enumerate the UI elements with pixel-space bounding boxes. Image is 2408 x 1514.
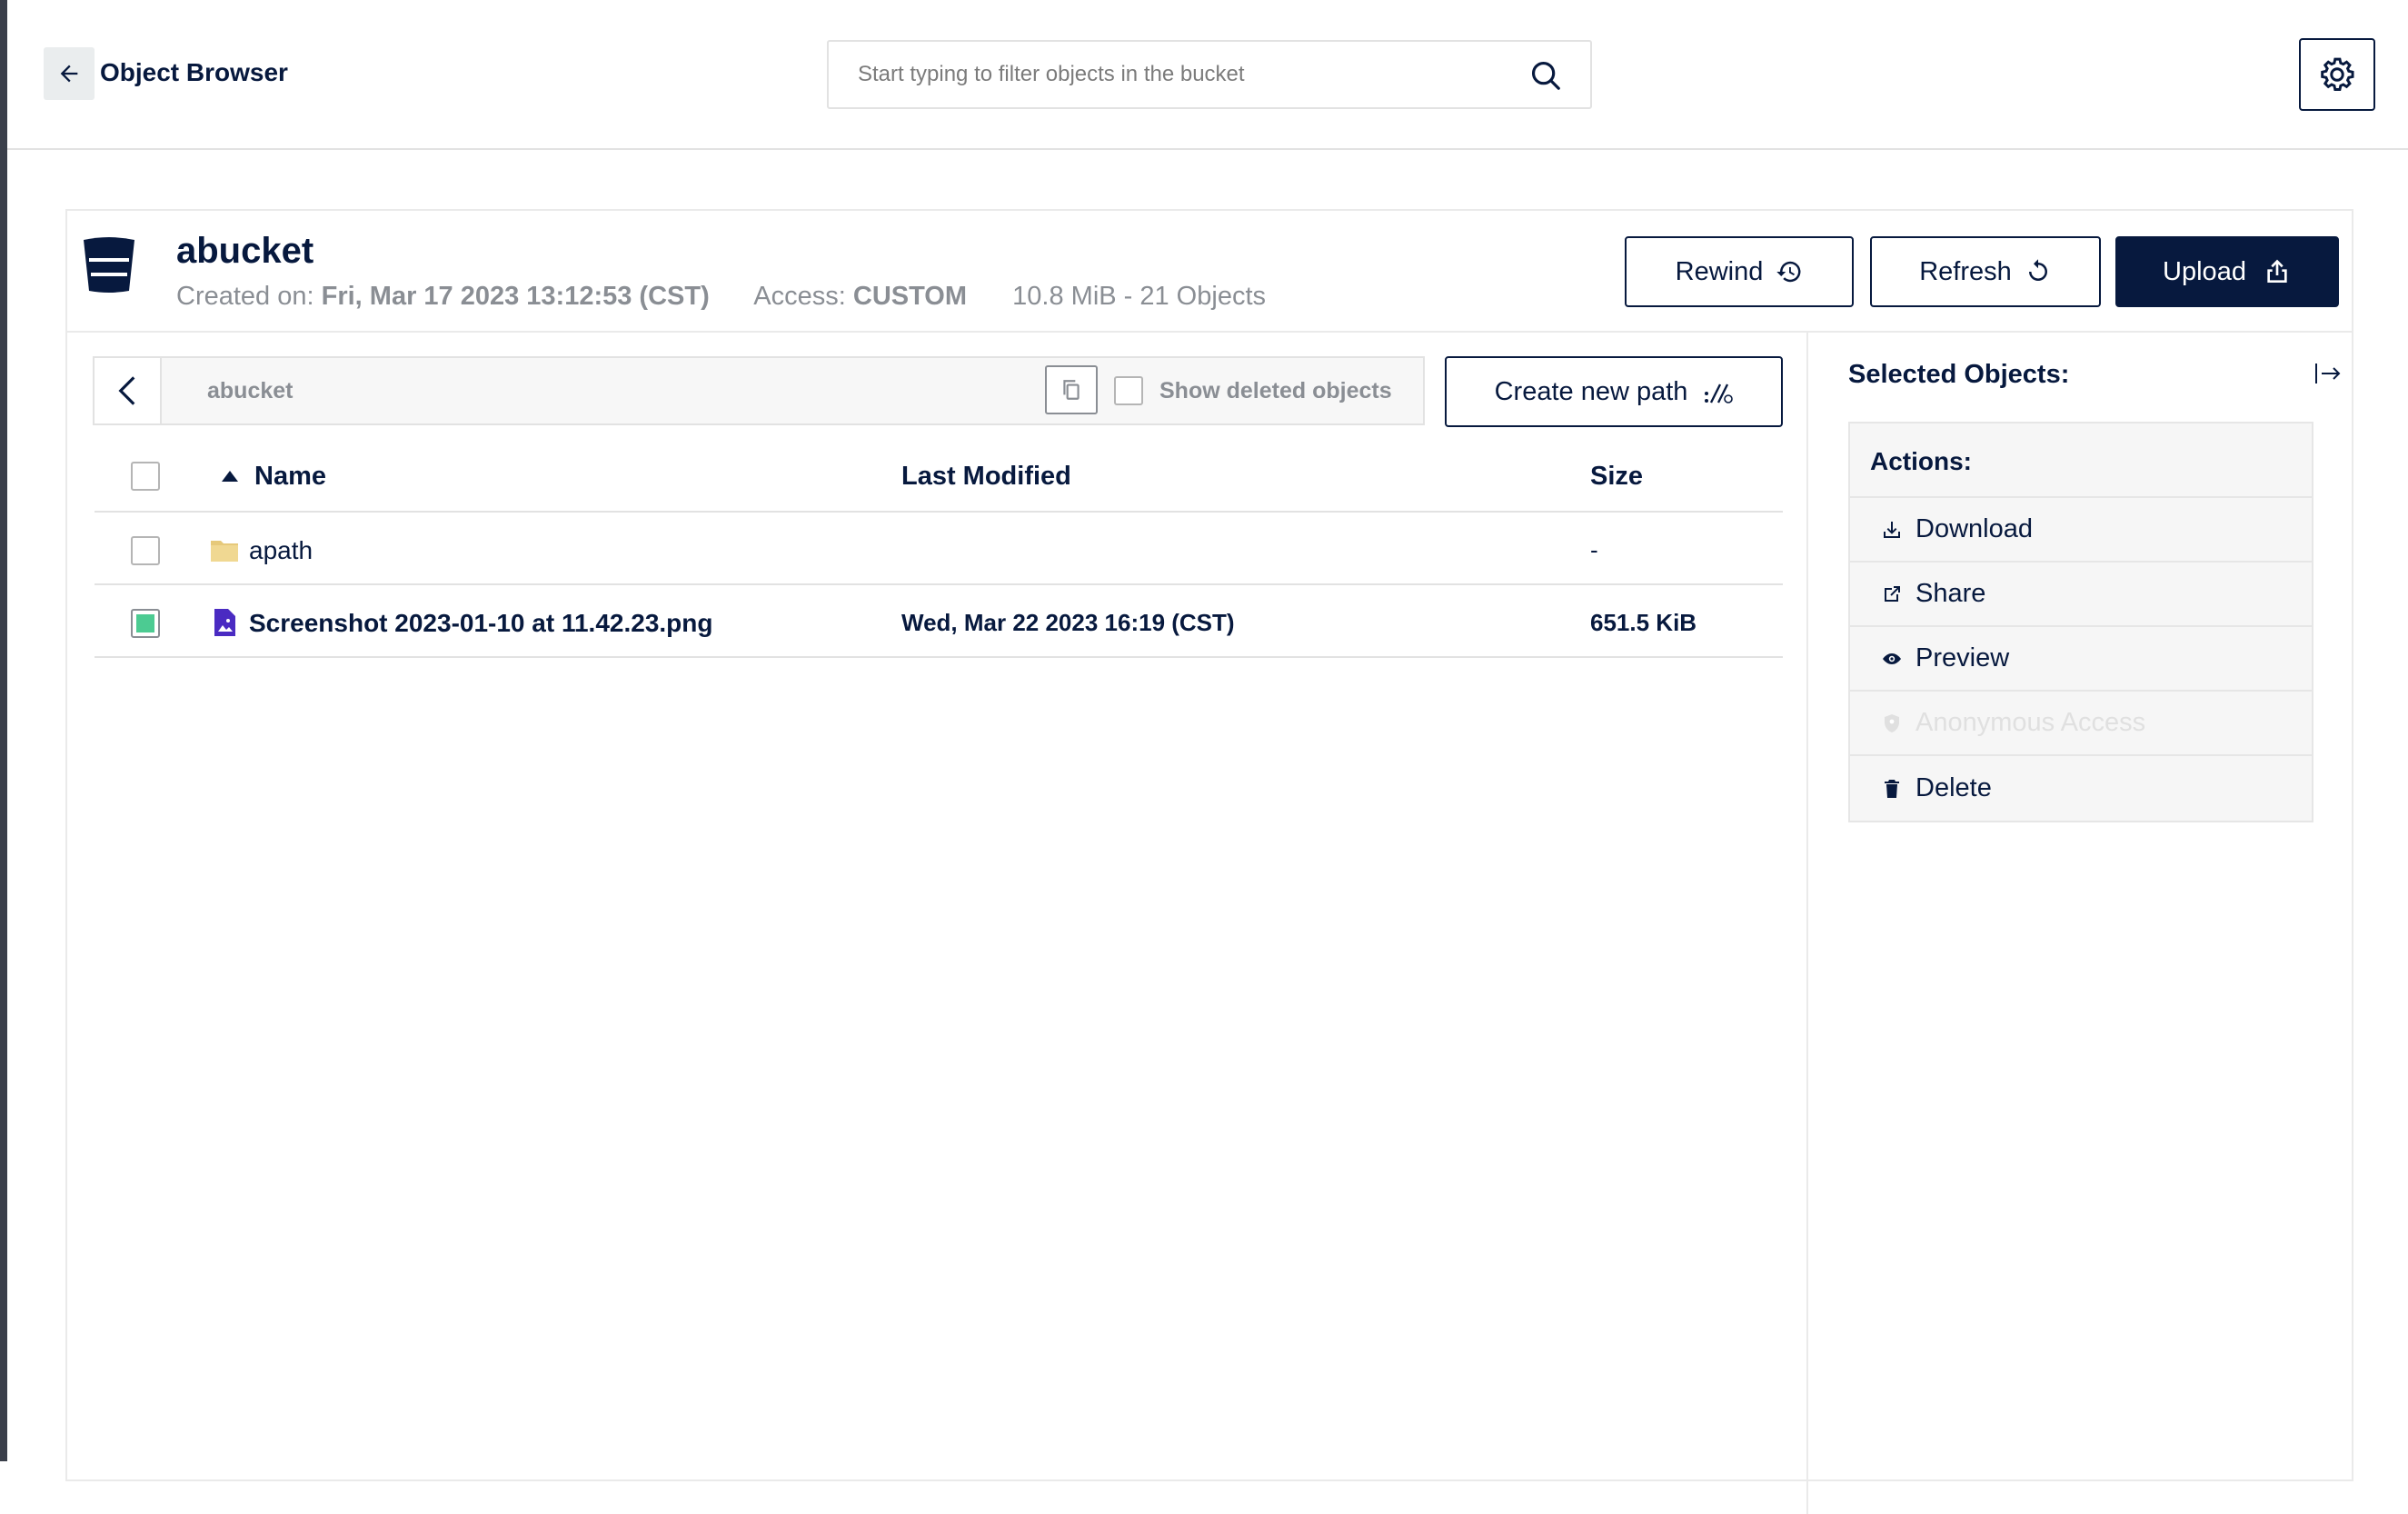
download-label: Download bbox=[1915, 514, 2033, 543]
trash-icon bbox=[1885, 779, 1899, 798]
download-icon bbox=[1884, 521, 1900, 538]
refresh-label: Refresh bbox=[1919, 256, 2012, 286]
bucket-usage: 10.8 MiB - 21 Objects bbox=[1012, 282, 1266, 311]
table-header: Name Last Modified Size bbox=[95, 438, 1783, 513]
image-file-icon bbox=[214, 609, 235, 636]
bucket-name: abucket bbox=[176, 231, 314, 271]
folder-icon bbox=[211, 541, 238, 562]
selected-objects-panel: Selected Objects: Actions: Download Shar… bbox=[1806, 333, 2352, 1514]
collapse-panel-icon[interactable] bbox=[2313, 360, 2343, 387]
table-row[interactable]: Screenshot 2023-01-10 at 11.42.23.png We… bbox=[95, 585, 1783, 658]
copy-path-button[interactable] bbox=[1045, 365, 1098, 414]
object-name: Screenshot 2023-01-10 at 11.42.23.png bbox=[249, 609, 713, 637]
copy-icon bbox=[1063, 380, 1080, 400]
bucket-header: abucket Created on: Fri, Mar 17 2023 13:… bbox=[67, 211, 2352, 333]
object-modified: Wed, Mar 22 2023 16:19 (CST) bbox=[901, 609, 1235, 636]
path-bar: abucket Show deleted objects bbox=[93, 356, 1425, 425]
search-icon[interactable] bbox=[1528, 58, 1563, 93]
show-deleted-checkbox[interactable] bbox=[1114, 376, 1143, 405]
share-icon bbox=[1885, 585, 1900, 602]
upload-button[interactable]: Upload bbox=[2115, 236, 2339, 307]
column-header-modified[interactable]: Last Modified bbox=[901, 462, 1071, 492]
access-value: CUSTOM bbox=[852, 282, 968, 311]
search-box bbox=[827, 40, 1592, 109]
page-title: Object Browser bbox=[100, 58, 288, 86]
upload-label: Upload bbox=[2163, 256, 2246, 286]
create-path-label: Create new path bbox=[1494, 376, 1688, 406]
gear-icon bbox=[2321, 57, 2354, 91]
bucket-panel: abucket Created on: Fri, Mar 17 2023 13:… bbox=[65, 209, 2353, 1514]
delete-label: Delete bbox=[1915, 773, 1992, 802]
object-size: 651.5 KiB bbox=[1590, 609, 1697, 636]
objects-table: Name Last Modified Size apath - Screensh… bbox=[95, 438, 1783, 658]
eye-icon bbox=[1883, 652, 1901, 664]
chevron-left-icon bbox=[118, 376, 135, 405]
new-path-icon bbox=[1705, 383, 1734, 403]
download-action[interactable]: Download bbox=[1850, 498, 2312, 563]
created-label: Created on: bbox=[176, 282, 314, 311]
create-new-path-button[interactable]: Create new path bbox=[1445, 356, 1783, 427]
actions-box: Actions: Download Share Preview Anonymou… bbox=[1848, 422, 2313, 822]
history-icon bbox=[1776, 261, 1801, 283]
created-value: Fri, Mar 17 2023 13:12:53 (CST) bbox=[321, 282, 710, 311]
rewind-button[interactable]: Rewind bbox=[1625, 236, 1854, 307]
shield-icon bbox=[1885, 713, 1899, 732]
rewind-label: Rewind bbox=[1675, 256, 1764, 286]
search-input[interactable] bbox=[829, 42, 1519, 107]
share-action[interactable]: Share bbox=[1850, 563, 2312, 627]
access-label: Access: bbox=[753, 282, 846, 311]
selected-objects-title: Selected Objects: bbox=[1848, 360, 2070, 389]
bucket-meta: Created on: Fri, Mar 17 2023 13:12:53 (C… bbox=[176, 282, 1266, 312]
anonymous-access-label: Anonymous Access bbox=[1915, 708, 2146, 737]
settings-button[interactable] bbox=[2299, 38, 2375, 111]
table-row[interactable]: apath - bbox=[95, 513, 1783, 585]
sort-ascending-icon[interactable] bbox=[222, 471, 238, 482]
top-header: Object Browser bbox=[7, 0, 2408, 150]
preview-label: Preview bbox=[1915, 643, 2010, 672]
select-all-checkbox[interactable] bbox=[131, 462, 160, 491]
window-left-edge bbox=[0, 0, 7, 1461]
object-name: apath bbox=[249, 536, 313, 564]
back-button[interactable] bbox=[44, 47, 95, 100]
breadcrumb[interactable]: abucket bbox=[207, 378, 293, 404]
row-checkbox[interactable] bbox=[131, 609, 160, 638]
actions-title: Actions: bbox=[1850, 423, 2312, 498]
refresh-button[interactable]: Refresh bbox=[1870, 236, 2101, 307]
object-size: - bbox=[1590, 536, 1598, 563]
arrow-left-icon bbox=[60, 65, 78, 83]
path-back-button[interactable] bbox=[95, 358, 162, 423]
refresh-icon bbox=[2028, 259, 2047, 281]
row-checkbox[interactable] bbox=[131, 536, 160, 565]
share-label: Share bbox=[1915, 579, 1986, 608]
bucket-icon bbox=[84, 237, 134, 293]
show-deleted-label[interactable]: Show deleted objects bbox=[1159, 378, 1392, 404]
preview-action[interactable]: Preview bbox=[1850, 627, 2312, 692]
anonymous-access-action: Anonymous Access bbox=[1850, 692, 2312, 756]
upload-icon bbox=[2267, 259, 2287, 283]
delete-action[interactable]: Delete bbox=[1850, 756, 2312, 821]
column-header-name[interactable]: Name bbox=[254, 462, 326, 492]
column-header-size[interactable]: Size bbox=[1590, 462, 1643, 492]
